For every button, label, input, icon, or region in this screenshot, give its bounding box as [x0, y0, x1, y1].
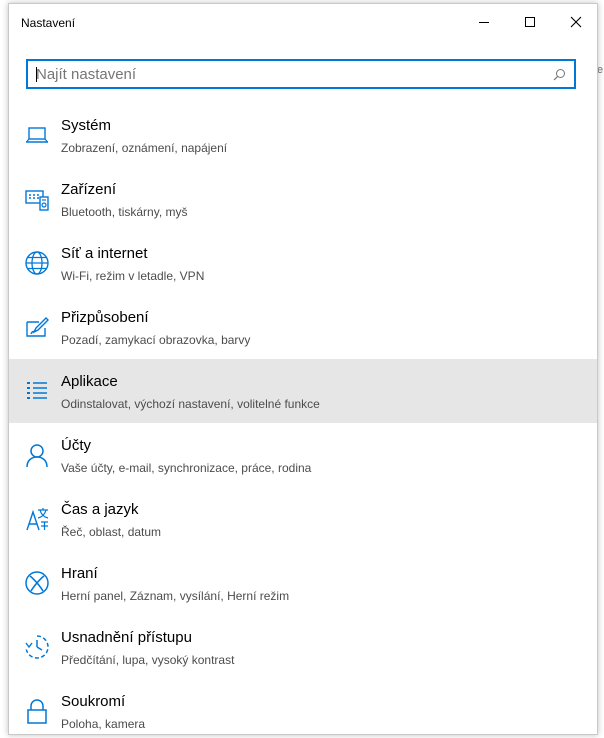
category-label: Hraní — [61, 565, 98, 582]
category-gaming[interactable]: Hraní Herní panel, Záznam, vysílání, Her… — [9, 551, 597, 615]
category-label: Čas a jazyk — [61, 501, 139, 518]
category-label: Aplikace — [61, 373, 118, 390]
minimize-icon — [479, 22, 489, 23]
globe-icon — [23, 249, 51, 277]
category-description: Bluetooth, tiskárny, myš — [61, 205, 188, 219]
search-box[interactable] — [26, 59, 576, 89]
category-description: Wi-Fi, režim v letadle, VPN — [61, 269, 205, 283]
category-network[interactable]: Síť a internet Wi-Fi, režim v letadle, V… — [9, 231, 597, 295]
category-devices[interactable]: Zařízení Bluetooth, tiskárny, myš — [9, 167, 597, 231]
category-label: Systém — [61, 117, 112, 134]
category-apps[interactable]: Aplikace Odinstalovat, výchozí nastavení… — [9, 359, 597, 423]
person-icon — [23, 441, 51, 469]
category-description: Zobrazení, oznámení, napájení — [61, 141, 228, 155]
category-description: Poloha, kamera — [61, 717, 146, 731]
category-ease-of-access[interactable]: Usnadnění přístupu Předčítání, lupa, vys… — [9, 615, 597, 679]
category-description: Odinstalovat, výchozí nastavení, volitel… — [61, 397, 320, 411]
maximize-button[interactable] — [507, 4, 553, 40]
category-description: Vaše účty, e-mail, synchronizace, práce,… — [61, 461, 312, 475]
devices-icon — [23, 185, 51, 213]
maximize-icon — [525, 17, 535, 27]
time-language-icon — [23, 505, 51, 533]
close-button[interactable] — [553, 4, 597, 40]
category-personalization[interactable]: Přizpůsobení Pozadí, zamykací obrazovka,… — [9, 295, 597, 359]
apps-list-icon — [23, 377, 51, 405]
search-input[interactable] — [36, 61, 546, 87]
settings-window: Nastavení Systém Zobrazení, oznámení, na… — [8, 3, 598, 735]
category-label: Síť a internet — [61, 245, 148, 262]
category-label: Soukromí — [61, 693, 126, 710]
ease-of-access-icon — [23, 633, 51, 661]
category-description: Řeč, oblast, datum — [61, 525, 162, 539]
category-description: Předčítání, lupa, vysoký kontrast — [61, 653, 235, 667]
category-label: Zařízení — [61, 181, 117, 198]
title-bar[interactable]: Nastavení — [9, 4, 597, 40]
personalization-icon — [23, 313, 51, 341]
category-label: Usnadnění přístupu — [61, 629, 192, 646]
laptop-icon — [23, 121, 51, 149]
minimize-button[interactable] — [461, 4, 507, 40]
search-icon[interactable] — [553, 68, 566, 86]
category-system[interactable]: Systém Zobrazení, oznámení, napájení — [9, 103, 597, 167]
close-icon — [570, 16, 582, 28]
category-description: Pozadí, zamykací obrazovka, barvy — [61, 333, 251, 347]
settings-categories-list: Systém Zobrazení, oznámení, napájení Zař… — [9, 103, 597, 734]
window-title: Nastavení — [21, 16, 76, 30]
lock-icon — [23, 697, 51, 725]
category-label: Účty — [61, 437, 91, 454]
category-time-language[interactable]: Čas a jazyk Řeč, oblast, datum — [9, 487, 597, 551]
category-accounts[interactable]: Účty Vaše účty, e-mail, synchronizace, p… — [9, 423, 597, 487]
category-description: Herní panel, Záznam, vysílání, Herní rež… — [61, 589, 290, 603]
xbox-icon — [23, 569, 51, 597]
category-privacy[interactable]: Soukromí Poloha, kamera — [9, 679, 597, 734]
category-label: Přizpůsobení — [61, 309, 149, 326]
